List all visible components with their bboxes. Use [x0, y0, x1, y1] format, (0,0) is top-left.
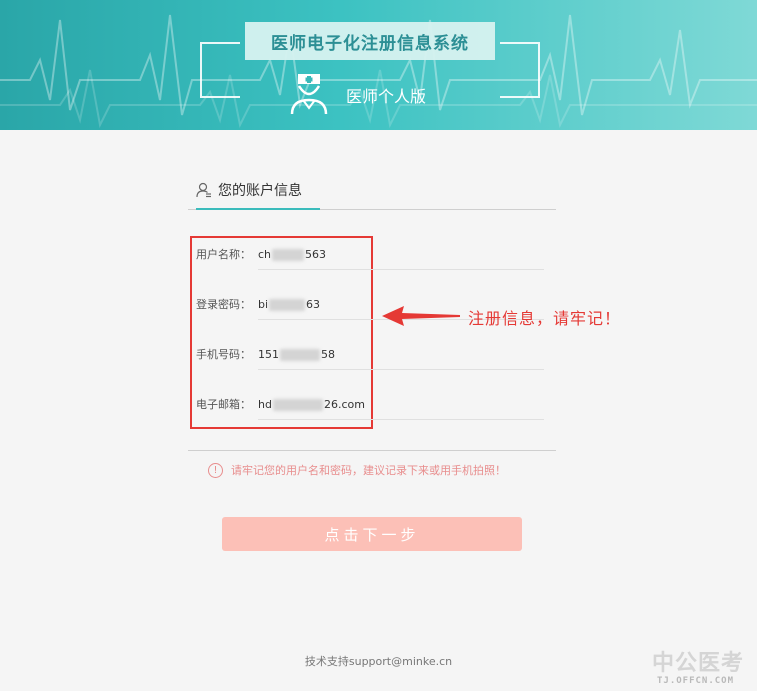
- tab-label: 您的账户信息: [218, 183, 302, 199]
- footer-support: 技术支持support@minke.cn: [304, 655, 453, 668]
- warning-icon: !: [208, 462, 223, 478]
- email-label: 电子邮箱：: [196, 398, 251, 411]
- tab-account-info[interactable]: 您的账户信息: [196, 180, 320, 210]
- watermark-logo: 中公医考: [652, 651, 745, 676]
- email-value: hd 26.com: [258, 397, 365, 411]
- next-step-button[interactable]: 点击下一步: [222, 517, 522, 551]
- phone-label: 手机号码：: [196, 348, 251, 361]
- left-arrow-icon: [382, 306, 460, 326]
- username-label: 用户名称：: [196, 248, 251, 261]
- user-icon: [196, 182, 211, 198]
- register-info-annotation: 注册信息，请牢记！: [468, 309, 622, 328]
- header-frame-right: [500, 42, 540, 98]
- warning-text: 请牢记您的用户名和密码，建议记录下来或用手机拍照！: [231, 464, 506, 477]
- info-row-password: 登录密码： bi 63: [196, 294, 320, 314]
- account-panel: 您的账户信息: [188, 170, 556, 210]
- info-row-username: 用户名称： ch 563: [196, 244, 326, 264]
- header-frame-left: [200, 42, 240, 98]
- info-row-email: 电子邮箱： hd 26.com: [196, 394, 365, 414]
- watermark-url: TJ.OFFCN.COM: [657, 676, 735, 686]
- password-value: bi 63: [258, 297, 321, 311]
- system-title: 医师电子化注册信息系统: [245, 22, 495, 60]
- phone-value: 151 58: [258, 347, 335, 361]
- phone-underline: [258, 369, 544, 370]
- header-banner: 医师电子化注册信息系统 医师个人版: [0, 0, 757, 130]
- username-value: ch 563: [258, 247, 327, 261]
- doctor-icon: [290, 74, 328, 115]
- ecg-line-decoration: [0, 14, 757, 129]
- edition-subtitle: 医师个人版: [346, 87, 427, 106]
- panel-divider: [188, 450, 556, 451]
- tab-row: 您的账户信息: [188, 170, 556, 210]
- email-underline: [258, 419, 544, 420]
- username-underline: [258, 269, 544, 270]
- warning-message: ! 请牢记您的用户名和密码，建议记录下来或用手机拍照！: [208, 462, 506, 478]
- password-label: 登录密码：: [196, 298, 251, 311]
- info-row-phone: 手机号码： 151 58: [196, 344, 335, 364]
